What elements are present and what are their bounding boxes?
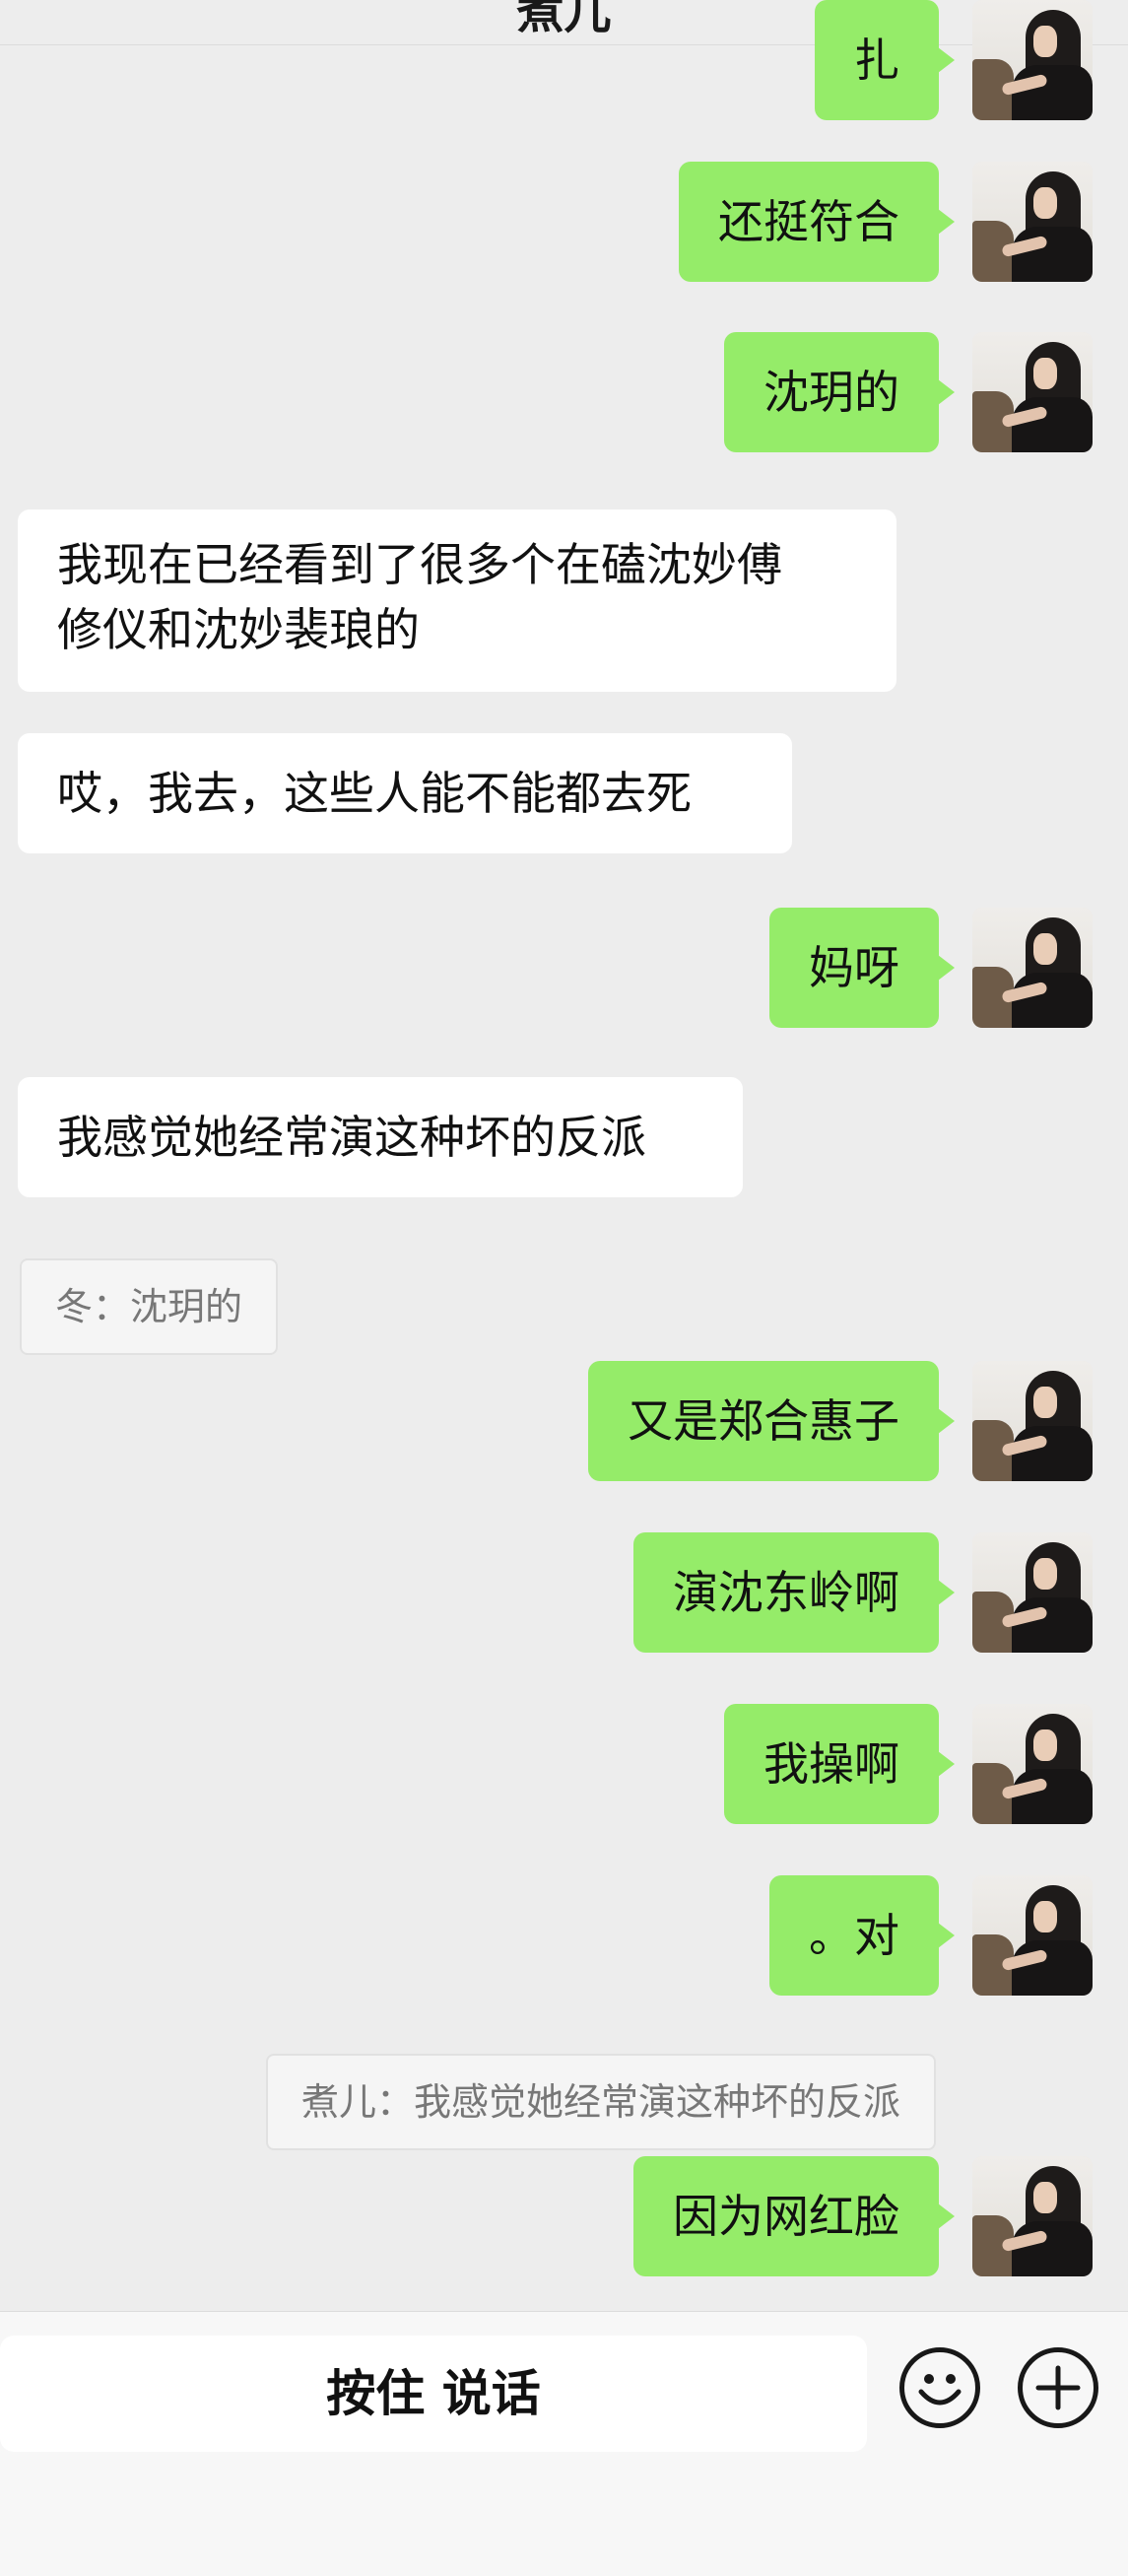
message-bubble-outgoing[interactable]: 又是郑合惠子 bbox=[588, 1361, 955, 1481]
chat-header: 煮儿 bbox=[0, 0, 1128, 45]
message-bubble-outgoing[interactable]: 。对 bbox=[769, 1875, 955, 1996]
message-bubble-incoming[interactable]: 哎，我去，这些人能不能都去死 bbox=[18, 733, 792, 853]
quoted-reply[interactable]: 煮儿：我感觉她经常演这种坏的反派 bbox=[265, 2054, 936, 2150]
message-bubble-outgoing[interactable]: 我操啊 bbox=[724, 1704, 955, 1824]
chat-title: 煮儿 bbox=[516, 0, 612, 39]
message-line: 我现在已经看到了很多个在磕沈妙傅 bbox=[57, 538, 782, 591]
self-avatar[interactable] bbox=[972, 332, 1093, 452]
message-bubble-outgoing[interactable]: 演沈东岭啊 bbox=[633, 1532, 955, 1653]
message-bubble-outgoing[interactable]: 还挺符合 bbox=[679, 162, 955, 282]
message-bubble-incoming[interactable]: 我现在已经看到了很多个在磕沈妙傅 修仪和沈妙裴琅的 bbox=[18, 509, 896, 692]
message-bubble-outgoing[interactable]: 扎 bbox=[815, 0, 955, 120]
self-avatar[interactable] bbox=[972, 162, 1093, 282]
self-avatar[interactable] bbox=[972, 0, 1093, 120]
plus-circle-icon[interactable] bbox=[1018, 2347, 1098, 2428]
self-avatar[interactable] bbox=[972, 2156, 1093, 2276]
self-avatar[interactable] bbox=[972, 1532, 1093, 1653]
hold-to-talk-button[interactable]: 按住 说话 bbox=[0, 2336, 867, 2452]
self-avatar[interactable] bbox=[972, 908, 1093, 1028]
self-avatar[interactable] bbox=[972, 1704, 1093, 1824]
message-bubble-outgoing[interactable]: 因为网红脸 bbox=[633, 2156, 955, 2276]
self-avatar[interactable] bbox=[972, 1361, 1093, 1481]
message-bubble-incoming[interactable]: 我感觉她经常演这种坏的反派 bbox=[18, 1077, 743, 1197]
chat-input-bar: 按住 说话 bbox=[0, 2311, 1128, 2576]
message-bubble-outgoing[interactable]: 妈呀 bbox=[769, 908, 955, 1028]
smiley-face-icon[interactable] bbox=[899, 2347, 980, 2428]
message-bubble-outgoing[interactable]: 沈玥的 bbox=[724, 332, 955, 452]
message-line: 修仪和沈妙裴琅的 bbox=[57, 603, 420, 656]
quoted-reply[interactable]: 冬：沈玥的 bbox=[20, 1258, 279, 1355]
chat-message-list[interactable]: 扎 还挺符合 沈玥的 我现在已经看到了很多个在磕沈妙傅 修仪和沈妙裴琅的 哎，我… bbox=[0, 0, 1128, 2311]
self-avatar[interactable] bbox=[972, 1875, 1093, 1996]
